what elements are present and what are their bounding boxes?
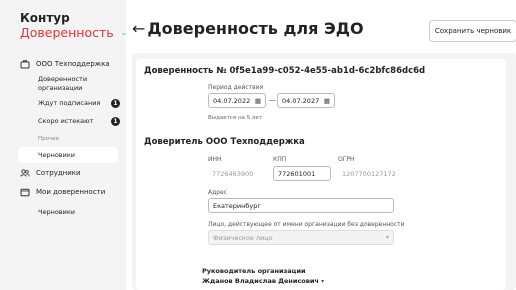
sidebar-item-drafts[interactable]: Черновики (20, 151, 120, 160)
count-badge: 1 (111, 117, 120, 126)
product-name: Доверенность (20, 25, 114, 40)
issued-for-hint: Выдается на 5 лет (208, 115, 263, 121)
save-draft-button[interactable]: Сохранить черновик (429, 20, 516, 42)
sidebar-item-label: Сотрудники (36, 169, 81, 177)
head-value: Жданов Владислав Денисович (202, 277, 319, 285)
sidebar-item-label: Скоро истекают (38, 117, 94, 125)
address-value: Екатеринбург (213, 201, 261, 210)
sidebar-item-employees[interactable]: Сотрудники (20, 167, 120, 179)
main-area: ← Доверенность для ЭДО Сохранить чернови… (126, 0, 516, 290)
poa-form-card: Доверенность № 0f5e1a99-c052-4e55-ab1d-6… (136, 59, 506, 290)
sidebar-item-my-drafts[interactable]: Черновики (20, 208, 120, 217)
sidebar-item-org[interactable]: ООО Техподдержка (20, 58, 120, 70)
count-badge: 1 (111, 99, 120, 108)
head-label: Руководитель организации (202, 267, 306, 275)
date-to-value: 04.07.2027 (282, 96, 320, 105)
chevron-down-icon: ▾ (321, 278, 325, 285)
folder-icon (20, 188, 30, 197)
sidebar-item-my-poa[interactable]: Мои доверенности (20, 186, 120, 198)
ogrn-value: 1207700127172 (342, 170, 396, 178)
acting-person-label: Лицо, действующее от имени организации б… (208, 221, 405, 228)
brand-logo[interactable]: Контур Доверенность ⌄ (20, 11, 127, 41)
address-label: Адрес (208, 189, 228, 196)
inn-value: 7726463900 (212, 170, 254, 178)
brand-name: Контур (20, 11, 70, 25)
sidebar-drafts-group: Черновики (20, 151, 120, 160)
acting-person-select[interactable]: Физическое лицо ▾ (208, 230, 394, 245)
page-header: ← Доверенность для ЭДО (132, 20, 364, 38)
kpp-label: КПП (273, 156, 287, 163)
chevron-down-icon: ▾ (385, 234, 389, 241)
date-to-field[interactable]: 04.07.2027 ▦ (277, 93, 335, 108)
kpp-field[interactable]: 772601001 (273, 166, 331, 181)
acting-person-value: Физическое лицо (213, 233, 273, 242)
principal-title: Доверитель ООО Техподдержка (144, 137, 305, 147)
calendar-icon: ▦ (254, 96, 261, 105)
calendar-icon: ▦ (323, 96, 330, 105)
sidebar-item-label: Доверенности организации (38, 75, 88, 92)
date-range-dash: — (269, 96, 276, 104)
sidebar-item-label: ООО Техподдержка (36, 60, 110, 68)
sidebar-item-label: Черновики (38, 151, 76, 159)
content-area: Доверенность № 0f5e1a99-c052-4e55-ab1d-6… (132, 53, 516, 290)
address-field[interactable]: Екатеринбург (208, 198, 394, 213)
date-from-value: 04.07.2022 (213, 96, 251, 105)
users-icon (20, 169, 30, 177)
head-select[interactable]: Жданов Владислав Денисович ▾ (202, 277, 324, 285)
sidebar: Контур Доверенность ⌄ ООО Техподдержка Д… (0, 0, 127, 290)
period-label: Период действия (208, 84, 264, 91)
ogrn-label: ОГРН (338, 156, 355, 163)
back-arrow-icon[interactable]: ← (132, 20, 145, 38)
briefcase-icon (20, 60, 30, 69)
poa-number-title: Доверенность № 0f5e1a99-c052-4e55-ab1d-6… (144, 66, 426, 76)
sidebar-employees-group: Сотрудники (20, 167, 120, 179)
sidebar-item-expiring-soon[interactable]: Скоро истекают 1 (20, 117, 120, 126)
date-from-field[interactable]: 04.07.2022 ▦ (208, 93, 266, 108)
sidebar-item-awaiting-signature[interactable]: Ждут подписания 1 (20, 99, 120, 108)
sidebar-item-label: Мои доверенности (36, 188, 106, 196)
sidebar-item-label: Черновики (38, 208, 76, 216)
sidebar-item-org-poa[interactable]: Доверенности организации (20, 75, 120, 93)
kpp-value: 772601001 (278, 169, 316, 178)
page-title: Доверенность для ЭДО (147, 19, 364, 38)
section-label-other: Прочее (38, 136, 60, 142)
product-switcher[interactable]: Доверенность ⌄ (20, 25, 127, 41)
sidebar-my-poa-group: Мои доверенности Черновики (20, 186, 120, 217)
inn-label: ИНН (208, 156, 222, 163)
sidebar-org-group: ООО Техподдержка Доверенности организаци… (20, 58, 120, 142)
sidebar-item-label: Ждут подписания (38, 99, 101, 107)
